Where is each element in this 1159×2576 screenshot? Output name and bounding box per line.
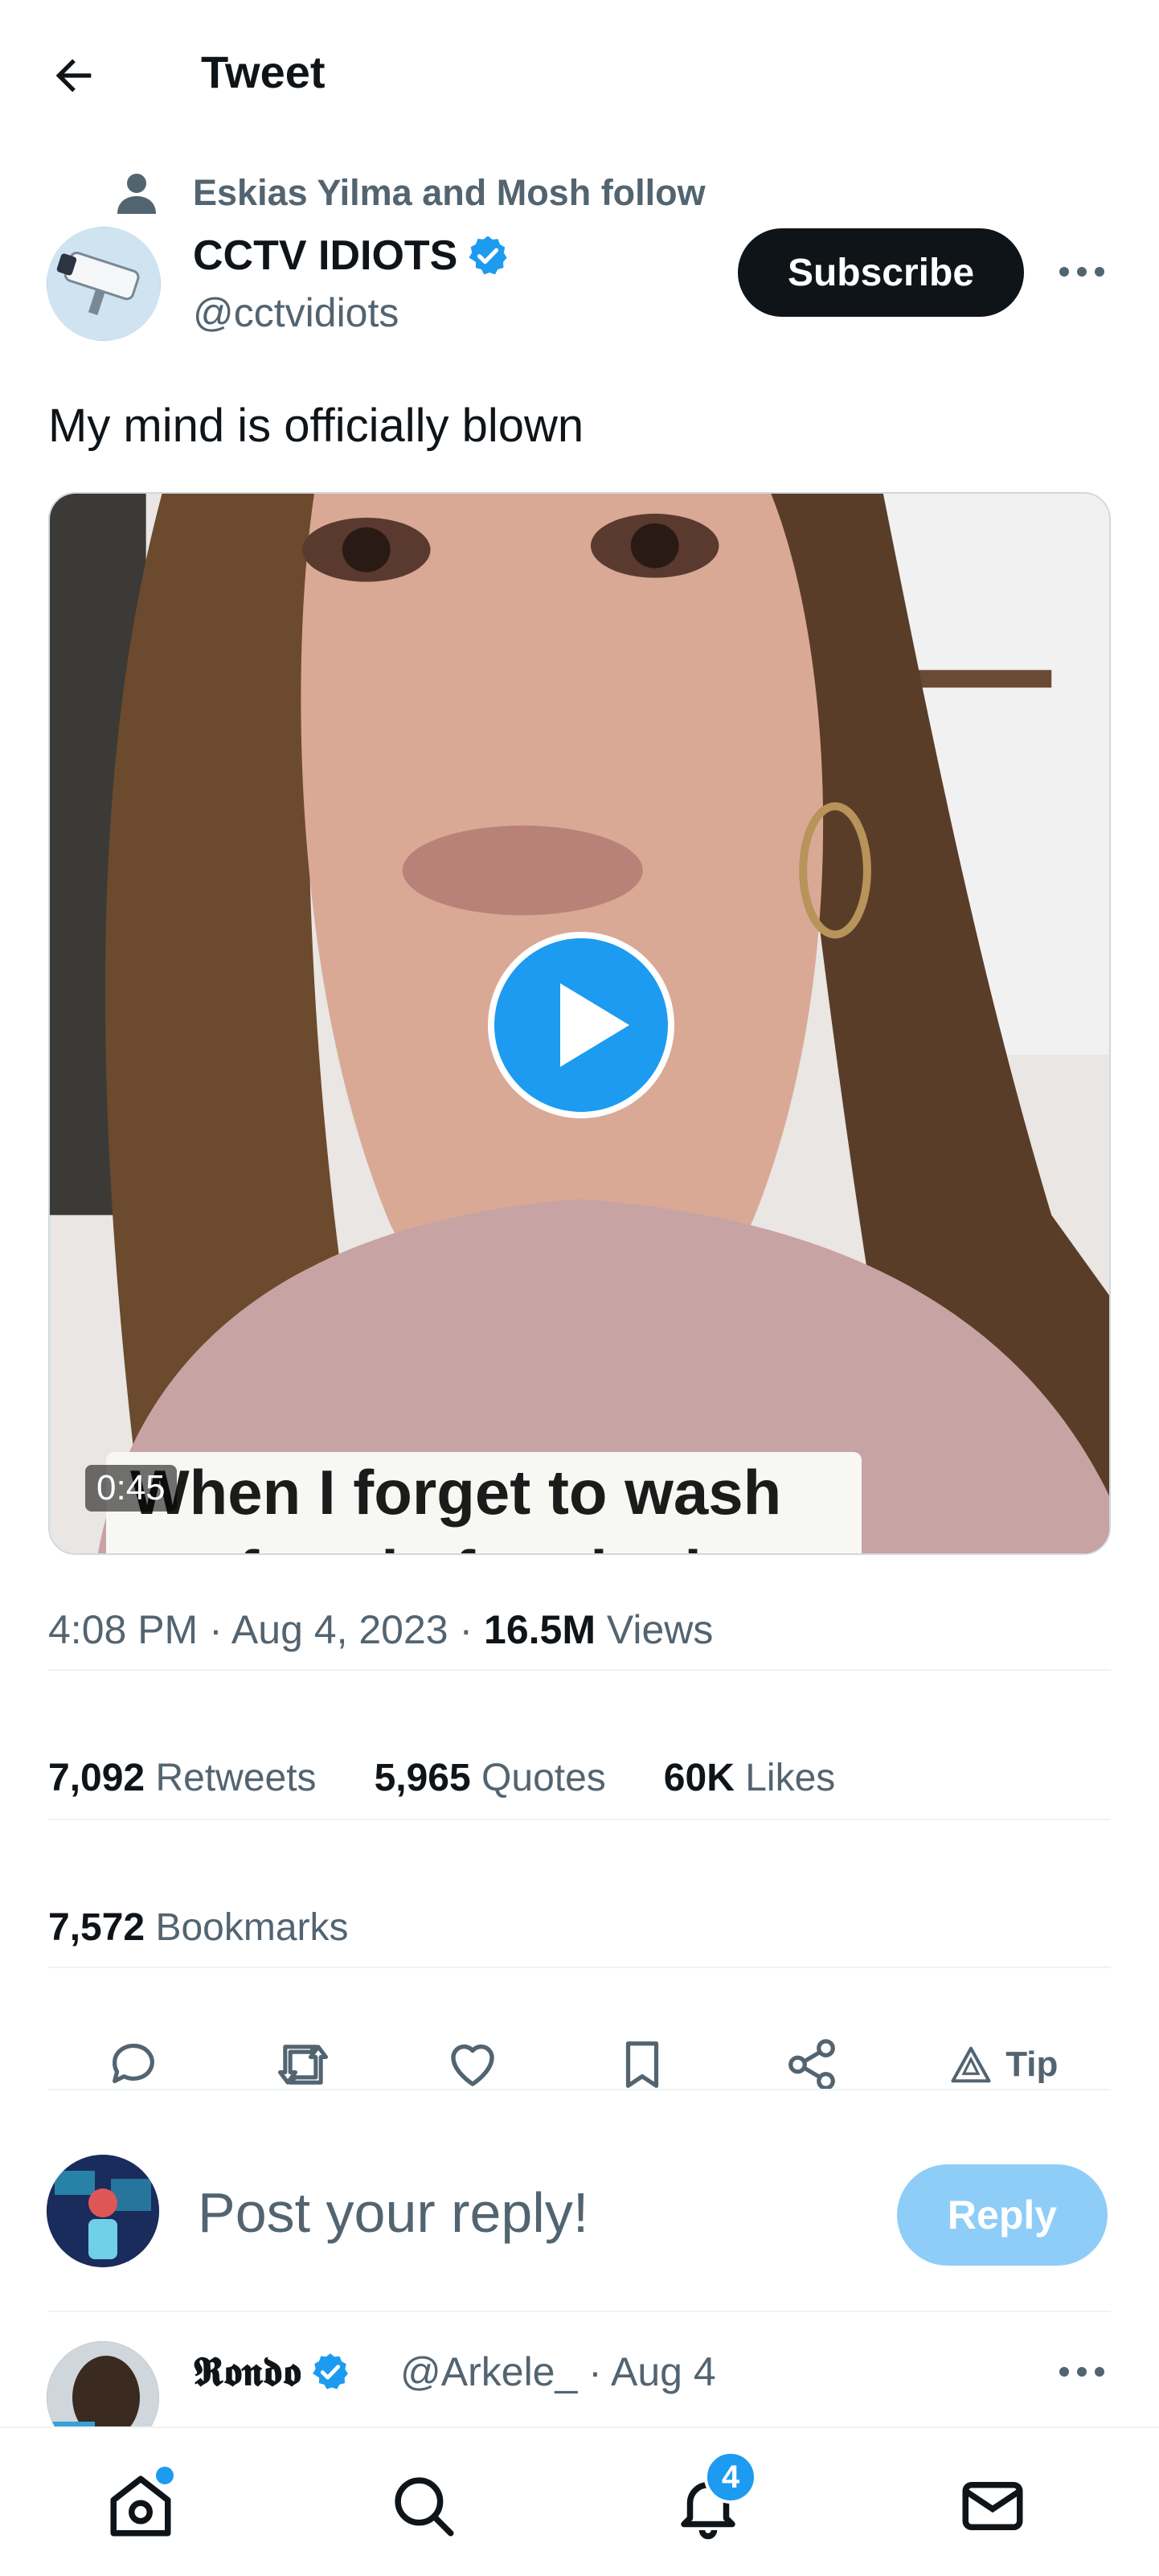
tweet-time: 4:08 PM [48, 1607, 199, 1652]
tweet-actions: Tip [48, 2024, 1111, 2105]
reply-author-handle[interactable]: @Arkele_ · Aug 4 [400, 2346, 716, 2398]
author-name-text: CCTV IDIOTS [193, 232, 458, 279]
notification-badge: 4 [704, 2451, 757, 2504]
search-icon [395, 2477, 454, 2537]
bookmarks-stat[interactable]: 7,572 Bookmarks [48, 1902, 349, 1954]
user-avatar[interactable] [47, 2155, 159, 2267]
more-horizontal-icon[interactable] [1058, 256, 1106, 288]
cctv-camera-icon [47, 227, 161, 341]
author-name[interactable]: CCTV IDIOTS [193, 230, 510, 281]
retweet-button[interactable] [271, 2032, 335, 2097]
arrow-left-icon [55, 59, 92, 92]
tweet-meta: 4:08 PM · Aug 4, 2023 · 16.5M Views [48, 1607, 714, 1652]
tip-button[interactable]: Tip [949, 2043, 1058, 2086]
divider [48, 1819, 1111, 1820]
tweet-text: My mind is officially blown [48, 400, 584, 452]
nav-home[interactable] [104, 2467, 177, 2542]
quotes-stat[interactable]: 5,965 Quotes [375, 1753, 606, 1804]
verified-badge-icon [312, 2353, 348, 2389]
author-avatar[interactable] [47, 227, 161, 341]
divider [48, 1967, 1111, 1968]
verified-badge-icon [469, 236, 507, 275]
play-icon [494, 938, 668, 1112]
retweets-stat[interactable]: 7,092 Retweets [48, 1753, 317, 1804]
reply-icon [112, 2043, 154, 2084]
reply-author-name[interactable]: 𝕽𝖔𝖓𝖉𝖔 [193, 2346, 351, 2398]
divider [48, 2089, 1111, 2090]
views-count: 16.5M [484, 1607, 596, 1652]
nav-messages[interactable] [956, 2470, 1029, 2542]
bottom-navigation: 4 [0, 2426, 1159, 2576]
more-horizontal-icon[interactable] [1058, 2356, 1106, 2388]
tweet-date: Aug 4, 2023 [231, 1607, 448, 1652]
like-button[interactable] [440, 2032, 505, 2097]
share-icon [788, 2039, 835, 2090]
social-context-text: Eskias Yilma and Mosh follow [193, 172, 706, 213]
share-button[interactable] [780, 2032, 844, 2097]
like-icon [451, 2044, 494, 2086]
subscribe-button[interactable]: Subscribe [738, 228, 1024, 317]
views-label: Views [606, 1607, 714, 1652]
video-caption: When I forget to wash my face before bed [106, 1452, 862, 1553]
bookmark-icon [625, 2041, 659, 2088]
person-icon [117, 174, 156, 214]
reply-submit-button[interactable]: Reply [897, 2164, 1108, 2266]
back-button[interactable] [48, 50, 100, 101]
messages-icon [962, 2482, 1023, 2530]
page-title: Tweet [201, 47, 326, 97]
video-duration: 0:45 [85, 1465, 177, 1512]
play-button[interactable] [488, 932, 674, 1118]
author-handle[interactable]: @cctvidiots [193, 288, 399, 338]
nav-search[interactable] [387, 2470, 460, 2542]
reply-button[interactable] [101, 2032, 166, 2097]
reply-input[interactable] [198, 2180, 841, 2245]
home-unread-dot [156, 2467, 174, 2484]
likes-stat[interactable]: 60K Likes [664, 1753, 835, 1804]
tip-icon [951, 2046, 991, 2083]
retweet-icon [277, 2045, 328, 2085]
divider [48, 2311, 1111, 2312]
nav-notifications[interactable]: 4 [672, 2451, 757, 2542]
bookmark-button[interactable] [610, 2032, 674, 2097]
divider [48, 1669, 1111, 1671]
engagement-stats: 7,092 Retweets 5,965 Quotes 60K Likes [48, 1753, 835, 1804]
tip-label: Tip [1005, 2045, 1059, 2084]
video-player[interactable]: When I forget to wash my face before bed… [48, 492, 1111, 1555]
